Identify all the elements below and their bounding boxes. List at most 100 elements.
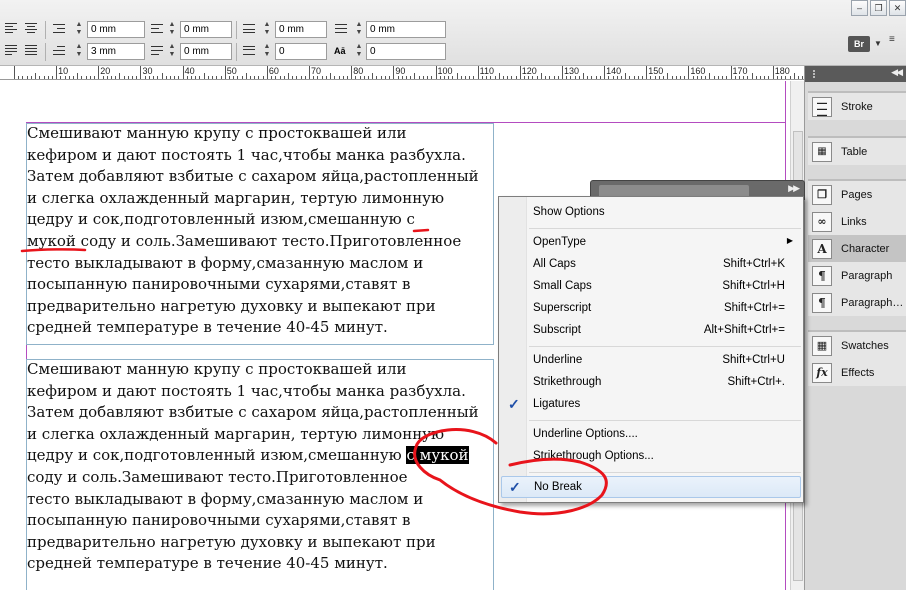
selected-text[interactable]: с мукой [406, 446, 469, 465]
pages-icon: ❐ [812, 184, 832, 205]
control-panel: – ❐ ✕ ▲▼ ▲▼ ▲▼ ▲▼ [0, 0, 906, 66]
text-line: Смешивают манную крупу с простоквашей ил… [27, 360, 407, 378]
ruler-tick [688, 66, 690, 79]
menu-item-ligatures[interactable]: ✓ Ligatures [501, 394, 801, 416]
ruler-tick [157, 76, 159, 79]
menu-item-label: Strikethrough Options... [533, 450, 654, 462]
ruler-tick [140, 66, 142, 79]
ruler-tick [94, 76, 96, 79]
menu-item-superscript[interactable]: Superscript Shift+Ctrl+= [501, 298, 801, 320]
first-line-indent-field[interactable] [87, 43, 145, 60]
links-icon: ∞ [812, 211, 832, 232]
minimize-button[interactable]: – [851, 0, 868, 16]
justify-all-icon[interactable] [24, 44, 40, 58]
ruler-tick [216, 76, 218, 79]
ruler-tick [296, 76, 298, 79]
drop-cap-chars-spinner[interactable]: ▲ ▼ [354, 43, 364, 59]
right-indent-field[interactable] [180, 21, 232, 38]
ruler-tick [110, 76, 112, 79]
panel-effects[interactable]: fx Effects [808, 359, 906, 386]
ruler-tick [658, 76, 660, 79]
ruler-tick [481, 76, 483, 79]
space-before-spinner[interactable]: ▲ ▼ [262, 21, 272, 37]
panel-table[interactable]: ▦ Table [808, 138, 906, 165]
drop-cap-lines-icon [334, 22, 350, 36]
align-left-icon[interactable] [4, 22, 20, 36]
text-line: предварительно нагретую духовку и выпека… [27, 296, 436, 315]
ruler-tick [351, 66, 353, 79]
ruler-tick [304, 76, 306, 79]
ruler-tick [515, 76, 517, 79]
restore-button[interactable]: ❐ [870, 0, 887, 16]
drop-cap-chars-field[interactable] [366, 43, 446, 60]
panel-paragraph[interactable]: ¶ Paragraph [808, 262, 906, 289]
ruler-tick [422, 76, 424, 79]
menu-item-subscript[interactable]: Subscript Alt+Shift+Ctrl+= [501, 320, 801, 342]
menu-item-all-caps[interactable]: All Caps Shift+Ctrl+K [501, 254, 801, 276]
ruler-tick [102, 76, 104, 79]
panel-stroke[interactable]: ― ― ― Stroke [808, 93, 906, 120]
menu-item-small-caps[interactable]: Small Caps Shift+Ctrl+H [501, 276, 801, 298]
menu-item-underline-options[interactable]: Underline Options.... [501, 424, 801, 446]
bridge-button[interactable]: Br [848, 36, 870, 52]
panel-character[interactable]: A Character [808, 235, 906, 262]
ruler-tick [39, 76, 41, 79]
dock-group-stroke: ― ― ― Stroke [808, 91, 906, 120]
panel-menu-icon[interactable]: ▶▶ [788, 183, 800, 194]
ruler-label: 10 [58, 66, 69, 76]
ruler-tick [73, 76, 74, 79]
menu-item-show-options[interactable]: Show Options [501, 202, 801, 224]
left-indent-spinner[interactable]: ▲ ▼ [74, 21, 84, 37]
last-line-indent-spinner[interactable]: ▲ ▼ [167, 43, 177, 59]
text-block-1[interactable]: Смешивают манную крупу с простоквашей ил… [27, 123, 479, 339]
panel-swatches[interactable]: ▦ Swatches [808, 332, 906, 359]
ruler-tick [692, 76, 694, 79]
drop-cap-spinner[interactable]: ▲ ▼ [262, 43, 272, 59]
dock-header[interactable]: ◀◀ [805, 66, 906, 82]
ruler-tick [574, 76, 576, 79]
ruler-label: 170 [732, 66, 748, 76]
text-block-2[interactable]: Смешивают манную крупу с простоквашей ил… [27, 359, 479, 575]
panel-paragraph-styles[interactable]: ¶ Paragraph… [808, 289, 906, 316]
menu-item-underline[interactable]: Underline Shift+Ctrl+U [501, 350, 801, 372]
right-indent-spinner[interactable]: ▲ ▼ [167, 21, 177, 37]
space-before-field[interactable] [275, 21, 327, 38]
menu-item-strikethrough-options[interactable]: Strikethrough Options... [501, 446, 801, 468]
ruler-tick [300, 76, 302, 79]
ruler-tick [705, 76, 707, 79]
chevron-down-icon[interactable]: ▼ [874, 39, 882, 48]
menu-item-opentype[interactable]: OpenType ▶ [501, 232, 801, 254]
ruler-tick [566, 76, 568, 79]
justify-left-icon[interactable] [4, 44, 20, 58]
menu-item-strikethrough[interactable]: Strikethrough Shift+Ctrl+. [501, 372, 801, 394]
first-line-indent-spinner[interactable]: ▲ ▼ [74, 43, 84, 59]
text-line: кефиром и дают постоять 1 час,чтобы манк… [27, 381, 466, 400]
last-line-indent-field[interactable] [180, 43, 232, 60]
ruler-tick [696, 76, 698, 79]
control-panel-menu-icon[interactable]: ≡ [889, 34, 895, 45]
panel-label: Paragraph [841, 269, 893, 282]
ruler-tick [595, 76, 597, 79]
first-line-indent-icon [52, 44, 68, 58]
ruler-label: 180 [774, 66, 790, 76]
align-center-icon[interactable] [24, 22, 40, 36]
menu-item-no-break[interactable]: ✓ No Break [501, 476, 801, 498]
close-button[interactable]: ✕ [889, 0, 906, 16]
ruler-tick [136, 76, 138, 79]
drop-cap-lines-field[interactable] [275, 43, 327, 60]
ruler-tick [380, 76, 382, 79]
horizontal-ruler[interactable]: 10 20 30 40 50 60 70 80 90 100 110 120 130 140 150 160 1… [0, 66, 804, 80]
space-after-field[interactable] [366, 21, 446, 38]
ruler-tick [608, 76, 610, 79]
ruler-tick [144, 76, 146, 79]
panel-pages[interactable]: ❐ Pages [808, 181, 906, 208]
grip-icon[interactable] [813, 70, 819, 78]
ruler-tick [346, 76, 348, 79]
ruler-tick [43, 76, 45, 79]
panel-links[interactable]: ∞ Links [808, 208, 906, 235]
left-indent-field[interactable] [87, 21, 145, 38]
collapse-icon[interactable]: ◀◀ [891, 67, 903, 78]
ruler-tick [764, 76, 766, 79]
space-after-spinner[interactable]: ▲ ▼ [354, 21, 364, 37]
menu-separator [529, 472, 801, 473]
